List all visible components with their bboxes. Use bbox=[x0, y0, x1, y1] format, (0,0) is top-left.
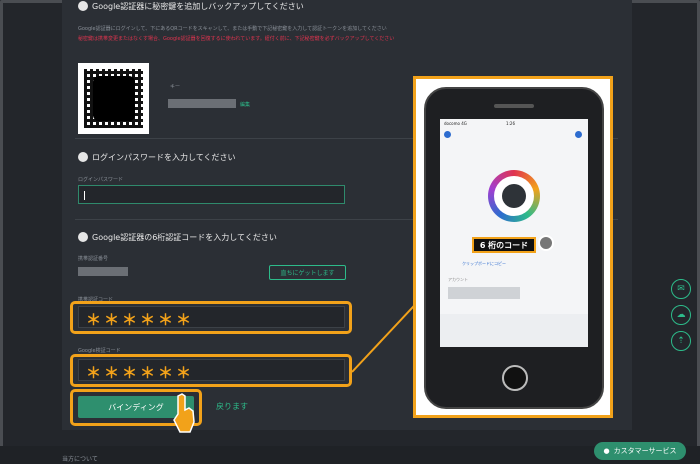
step1-label: Google認証器に秘密鍵を追加しバックアップしてください bbox=[92, 2, 304, 11]
cloud-icon[interactable]: ☁ bbox=[671, 305, 691, 325]
customer-service-button[interactable]: ● カスタマーサービス bbox=[594, 442, 686, 460]
phone-illustration: docomo 4G 1:26 クリップボードにコピー アカウント 6 桁のコード bbox=[413, 76, 613, 418]
home-button bbox=[502, 365, 528, 391]
google-code-label: Google検証コード bbox=[78, 348, 121, 354]
qr-code bbox=[78, 63, 149, 134]
about-link[interactable]: 当方について bbox=[62, 454, 98, 463]
step3-label: Google認証器の6桁認証コードを入力してください bbox=[92, 233, 277, 242]
password-input[interactable] bbox=[78, 185, 345, 204]
back-link[interactable]: 戻ります bbox=[216, 401, 248, 412]
sms-code-stars: ＊＊＊＊＊＊ bbox=[86, 311, 195, 329]
step2-radio bbox=[78, 152, 88, 162]
phone-number-value bbox=[78, 267, 128, 276]
step3-radio bbox=[78, 232, 88, 242]
scroll-top-icon[interactable]: ⇡ bbox=[671, 331, 691, 351]
text-cursor bbox=[84, 191, 85, 200]
google-code-stars: ＊＊＊＊＊＊ bbox=[86, 364, 195, 382]
timer-icon bbox=[538, 235, 554, 251]
customer-service-label: カスタマーサービス bbox=[613, 447, 677, 455]
step1-warning: 秘密鍵は携帯変更またはなくす場合、Google認証器を回復するに使われています。… bbox=[78, 36, 395, 42]
password-label: ログインパスワード bbox=[78, 177, 124, 183]
phone-speaker bbox=[494, 104, 534, 108]
hand-cursor-icon bbox=[173, 393, 195, 433]
chat-icon[interactable]: ✉ bbox=[671, 279, 691, 299]
carrier-text: docomo 4G bbox=[444, 121, 467, 126]
key-icon bbox=[488, 170, 540, 222]
copy-link: クリップボードにコピー bbox=[462, 261, 506, 266]
step1-description: Google認証器にログインして、下にあるQRコードをスキャンして、または手動で… bbox=[78, 26, 387, 32]
account-label: アカウント bbox=[448, 277, 468, 282]
step2-label: ログインパスワードを入力してください bbox=[92, 153, 236, 162]
step1-radio bbox=[78, 1, 88, 11]
key-label: キー bbox=[170, 84, 181, 90]
account-value bbox=[448, 287, 520, 299]
get-code-button[interactable]: 直ちにゲットします bbox=[269, 265, 346, 280]
phone-code-label: 携帯認証番号 bbox=[78, 256, 109, 262]
add-icon bbox=[444, 131, 451, 138]
code-callout: 6 桁のコード bbox=[472, 237, 536, 253]
edit-link[interactable]: 編集 bbox=[240, 101, 250, 108]
clock-text: 1:26 bbox=[506, 121, 515, 126]
secret-key-value bbox=[168, 99, 236, 108]
settings-icon bbox=[575, 131, 582, 138]
empty-area bbox=[440, 314, 588, 347]
chat-bubble-icon: ● bbox=[603, 447, 610, 455]
phone-screen: docomo 4G 1:26 クリップボードにコピー アカウント bbox=[440, 119, 588, 347]
